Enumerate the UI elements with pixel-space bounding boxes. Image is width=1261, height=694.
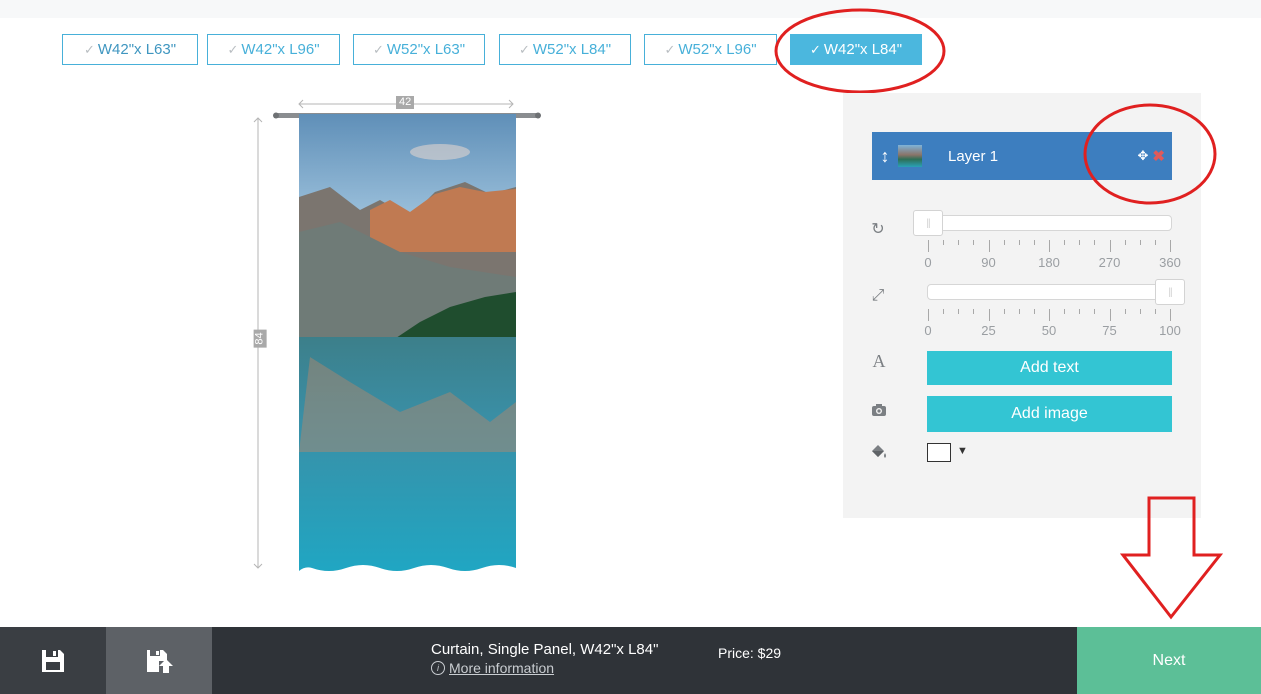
- size-tab-w52-l63[interactable]: ✓ W52"x L63": [353, 34, 485, 65]
- slider-tick-label: 360: [1159, 255, 1181, 270]
- curtain-preview: [253, 99, 541, 571]
- check-icon: ✓: [518, 41, 530, 57]
- rotate-icon: ↻: [871, 221, 885, 238]
- slider-tick: [988, 309, 990, 321]
- fill-color-swatch[interactable]: [927, 443, 951, 462]
- size-tab-w42-l84[interactable]: ✓ W42"x L84": [790, 34, 922, 65]
- slider-tick: [1018, 240, 1020, 245]
- save-icon: [42, 649, 64, 672]
- slider-tick: [958, 309, 960, 314]
- add-image-button[interactable]: Add image: [927, 396, 1172, 432]
- slider-tick: [1170, 309, 1171, 321]
- slider-tick: [1170, 240, 1171, 252]
- size-tab-w52-l84[interactable]: ✓ W52"x L84": [499, 34, 631, 65]
- slider-tick-label: 0: [924, 255, 932, 270]
- size-tab-label: W42"x L63": [97, 41, 177, 58]
- check-icon: ✓: [664, 41, 676, 57]
- rotate-ticks: [928, 240, 1171, 254]
- save-button[interactable]: [0, 627, 106, 694]
- scale-tick-labels: 0 25 50 75 100: [924, 323, 1180, 339]
- slider-tick-label: 0: [924, 323, 932, 338]
- slider-tick-label: 100: [1159, 323, 1181, 338]
- save-upload-icon: [147, 649, 173, 673]
- product-name: Curtain, Single Panel, W42"x L84": [431, 641, 659, 658]
- slider-tick: [973, 240, 975, 245]
- size-tab-label: W42"x L96": [241, 41, 320, 58]
- slider-tick: [1139, 309, 1141, 314]
- slider-tick: [1079, 309, 1081, 314]
- add-text-button[interactable]: Add text: [927, 351, 1172, 385]
- height-dimension-label: 84: [253, 329, 267, 348]
- info-icon: i: [431, 661, 445, 675]
- slider-tick: [1018, 309, 1020, 314]
- slider-tick: [973, 309, 975, 314]
- scale-ticks: [928, 309, 1171, 323]
- slider-tick: [1049, 309, 1050, 321]
- slider-tick: [1064, 309, 1066, 314]
- top-strip: [0, 0, 1261, 18]
- slider-tick: [1154, 309, 1156, 314]
- slider-tick: [958, 240, 960, 245]
- size-tab-w42-l63[interactable]: ✓ W42"x L63": [62, 34, 198, 65]
- slider-tick: [1139, 240, 1141, 245]
- slider-tick-label: 50: [1041, 323, 1057, 338]
- slider-tick: [1154, 240, 1156, 245]
- slider-tick: [1094, 240, 1096, 245]
- delete-layer-icon[interactable]: ✖: [1152, 147, 1165, 165]
- slider-tick: [928, 240, 929, 252]
- slider-tick: [1003, 309, 1005, 314]
- slider-tick: [943, 240, 945, 245]
- check-icon: ✓: [809, 41, 821, 57]
- check-icon: ✓: [227, 41, 239, 57]
- slider-tick: [928, 309, 929, 321]
- rotate-slider-track[interactable]: [913, 215, 1172, 231]
- slider-tick-label: 270: [1098, 255, 1121, 270]
- slider-tick: [1033, 309, 1035, 314]
- slider-tick: [1124, 240, 1126, 245]
- size-tab-w52-l96[interactable]: ✓ W52"x L96": [644, 34, 777, 65]
- paint-bucket-icon: [869, 443, 889, 466]
- move-icon[interactable]: ✥: [1138, 148, 1149, 164]
- slider-tick: [1079, 240, 1081, 245]
- slider-tick: [1033, 240, 1035, 245]
- scale-slider-handle[interactable]: ||: [1155, 279, 1185, 305]
- camera-icon: [869, 403, 889, 422]
- layer-item[interactable]: ↕ Layer 1 ✥ ✖: [872, 132, 1172, 180]
- reorder-handle-icon[interactable]: ↕: [872, 146, 898, 167]
- more-information-link[interactable]: i More information: [431, 660, 554, 676]
- slider-tick: [1109, 240, 1111, 252]
- price-label: Price: $29: [718, 645, 782, 661]
- slider-tick: [1049, 240, 1050, 252]
- size-tab-label: W52"x L96": [678, 41, 757, 58]
- chevron-down-icon[interactable]: ▼: [957, 445, 968, 457]
- slider-tick: [1124, 309, 1126, 314]
- slider-tick: [1109, 309, 1111, 321]
- slider-tick-label: 25: [981, 323, 996, 338]
- slider-tick: [988, 240, 990, 252]
- slider-tick-label: 180: [1038, 255, 1060, 270]
- next-button[interactable]: Next: [1077, 627, 1261, 694]
- slider-tick-label: 90: [981, 255, 996, 270]
- rotate-slider-handle[interactable]: ||: [913, 210, 943, 236]
- layer-label: Layer 1: [948, 147, 999, 165]
- check-icon: ✓: [372, 41, 384, 57]
- check-icon: ✓: [83, 41, 95, 57]
- layer-thumbnail: [898, 145, 922, 167]
- size-tab-label: W52"x L63": [386, 41, 466, 58]
- width-dimension-label: 42: [396, 96, 415, 109]
- slider-tick: [1094, 309, 1096, 314]
- size-tab-label: W52"x L84": [532, 41, 612, 58]
- rotate-tick-labels: 0 90 180 270 360: [924, 255, 1180, 271]
- slider-tick: [1064, 240, 1066, 245]
- size-tab-label: W42"x L84": [823, 41, 903, 58]
- more-information-label: More information: [449, 660, 555, 676]
- slider-tick-label: 75: [1102, 323, 1117, 338]
- size-tab-w42-l96[interactable]: ✓ W42"x L96": [207, 34, 340, 65]
- scale-slider-track[interactable]: [927, 284, 1172, 300]
- text-icon: A: [872, 351, 886, 371]
- slider-tick: [943, 309, 945, 314]
- resize-icon: ⤢: [871, 287, 885, 304]
- save-upload-button[interactable]: [106, 627, 212, 694]
- slider-tick: [1003, 240, 1005, 245]
